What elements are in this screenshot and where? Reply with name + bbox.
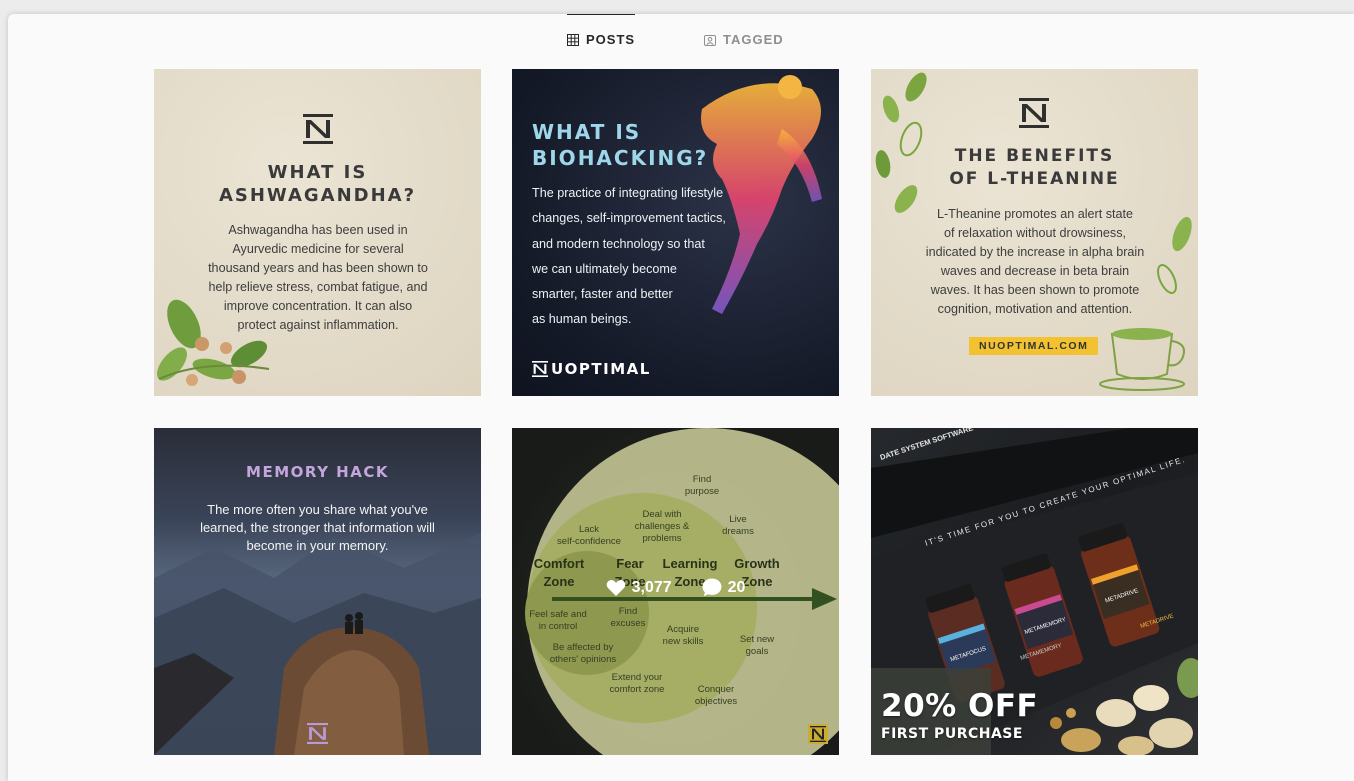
post-l-theanine[interactable]: THE BENEFITS OF L-THEANINE L-Theanine pr… <box>871 69 1198 396</box>
profile-posts-panel: POSTS TAGGED WHAT IS ASHWAGANDHA? Ashwag… <box>8 14 1354 781</box>
tab-posts-label: POSTS <box>586 32 636 47</box>
tab-tagged[interactable]: TAGGED <box>704 32 784 47</box>
promo-headline: 20% OFF <box>881 688 1039 724</box>
promo-subheadline: FIRST PURCHASE <box>881 726 1023 742</box>
post-body: The more often you share what you've lea… <box>200 502 435 553</box>
tab-tagged-label: TAGGED <box>723 32 784 47</box>
post-memory-hack[interactable]: MEMORY HACK The more often you share wha… <box>154 428 481 755</box>
tab-posts[interactable]: POSTS <box>567 14 636 47</box>
post-title: WHAT IS <box>267 162 368 183</box>
post-growth-zones[interactable]: Find purpose Deal with challenges & prob… <box>512 428 839 755</box>
post-ashwagandha[interactable]: WHAT IS ASHWAGANDHA? Ashwagandha has bee… <box>154 69 481 396</box>
post-title: ASHWAGANDHA? <box>218 185 417 206</box>
likes-count: 3,077 <box>606 578 672 597</box>
post-product-promo[interactable]: DATE SYSTEM SOFTWARE IT'S TIME FOR YOU T… <box>871 428 1198 755</box>
brand-wordmark: UOPTIMAL <box>532 360 651 378</box>
nuoptimal-logo-icon <box>307 723 328 744</box>
post-biohacking[interactable]: WHAT IS BIOHACKING? The practice of inte… <box>512 69 839 396</box>
post-title: MEMORY HACK <box>246 463 389 481</box>
grid-icon <box>567 33 579 46</box>
comment-bubble-icon <box>702 578 722 597</box>
comments-count: 20 <box>702 578 745 597</box>
profile-tabs: POSTS TAGGED <box>8 14 1354 66</box>
tea-leaves-illustration <box>875 72 927 213</box>
nuoptimal-logo-icon <box>1019 98 1049 128</box>
website-badge: NUOPTIMAL.COM <box>969 337 1099 355</box>
tagged-person-icon <box>704 34 716 46</box>
post-stats: 3,077 20 <box>512 578 839 597</box>
tea-cup-illustration <box>1099 216 1192 391</box>
nuoptimal-logo-icon <box>303 114 333 144</box>
heart-icon <box>606 579 625 596</box>
nuoptimal-logo-icon <box>532 361 548 377</box>
post-title: WHAT IS BIOHACKING? <box>532 120 709 170</box>
ashwagandha-leaves-illustration <box>157 299 270 386</box>
post-body: The practice of integrating lifestyle ch… <box>532 186 726 327</box>
